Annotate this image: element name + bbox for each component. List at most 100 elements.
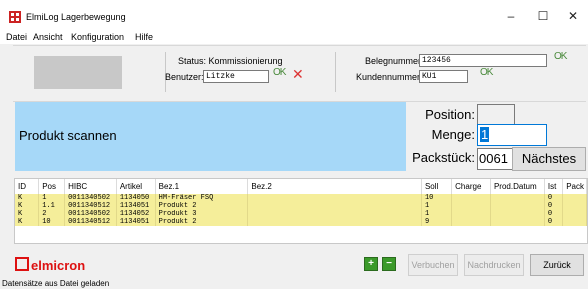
table-cell — [247, 202, 422, 210]
table-cell: 1134052 — [116, 210, 156, 218]
table-cell: K — [15, 202, 40, 210]
positions-table[interactable]: ID Pos HIBC Artikel Bez.1 Bez.2 Soll Charge Prod… — [14, 178, 588, 244]
kundennummer-field[interactable]: KU1 — [419, 70, 468, 83]
belegnummer-field[interactable]: 123456 — [419, 54, 547, 67]
table-cell — [247, 210, 422, 218]
minimize-button[interactable]: – — [496, 8, 526, 24]
table-cell: 0 — [544, 194, 564, 202]
add-button[interactable]: + — [364, 257, 378, 271]
table-row[interactable]: K 2 0011340502 1134052 Produkt 3 1 0 — [15, 210, 587, 218]
table-cell — [451, 202, 491, 210]
packstueck-field[interactable]: 0061 — [477, 148, 516, 170]
table-cell: 0 — [544, 210, 564, 218]
table-header: ID Pos HIBC Artikel Bez.1 Bez.2 Soll Charge Prod… — [15, 179, 587, 194]
table-row[interactable]: K 1.1 0011340512 1134051 Produkt 2 1 0 — [15, 202, 587, 210]
table-cell — [451, 218, 491, 226]
table-cell — [562, 218, 587, 226]
brand-name: elmicron — [31, 258, 86, 273]
table-cell: 0011340502 — [64, 210, 117, 218]
column-header[interactable]: Artikel — [116, 179, 156, 194]
benutzer-field[interactable]: Litzke — [203, 70, 269, 83]
app-icon — [9, 11, 21, 23]
table-cell: 1 — [421, 202, 453, 210]
table-cell — [490, 202, 545, 210]
table-cell: 1.1 — [38, 202, 66, 210]
menu-konfiguration[interactable]: Konfiguration — [71, 32, 124, 42]
menge-label: Menge: — [431, 127, 475, 142]
table-row[interactable]: K 10 0011340512 1134051 Produkt 2 9 0 — [15, 218, 587, 226]
position-field[interactable] — [477, 104, 515, 126]
table-cell — [490, 218, 545, 226]
kundennummer-label: Kundennummer: — [356, 72, 423, 82]
ok-kunde-button[interactable]: OK — [480, 67, 493, 78]
maximize-button[interactable]: ☐ — [528, 8, 558, 24]
column-header[interactable]: Soll — [421, 179, 453, 194]
ok-benutzer-button[interactable]: OK — [273, 67, 286, 78]
table-cell — [562, 210, 587, 218]
table-cell: Produkt 2 — [155, 202, 249, 210]
ok-beleg-button[interactable]: OK — [554, 51, 567, 62]
column-header[interactable]: ID — [15, 179, 40, 194]
column-header[interactable]: Ist — [544, 179, 564, 194]
table-cell — [451, 210, 491, 218]
table-cell: Produkt 3 — [155, 210, 249, 218]
divider — [335, 52, 336, 92]
column-header[interactable]: Pos — [38, 179, 66, 194]
table-cell: 2 — [38, 210, 66, 218]
next-button[interactable]: Nächstes — [512, 147, 586, 171]
brand-logo: elmicron — [15, 257, 85, 273]
menge-value: 1 — [480, 127, 490, 142]
table-cell: 10 — [421, 194, 453, 202]
brand-mark-icon — [15, 257, 29, 271]
logo-placeholder — [34, 56, 122, 89]
window-title: ElmiLog Lagerbewegung — [26, 12, 126, 22]
table-cell: 10 — [38, 218, 66, 226]
menu-hilfe[interactable]: Hilfe — [135, 32, 153, 42]
column-header[interactable]: Bez.1 — [155, 179, 249, 194]
position-label: Position: — [425, 107, 475, 122]
column-header[interactable]: Prod.Datum — [490, 179, 545, 194]
table-cell: 9 — [421, 218, 453, 226]
table-cell: K — [15, 210, 40, 218]
menu-datei[interactable]: Datei — [6, 32, 27, 42]
table-cell: 0011340512 — [64, 218, 117, 226]
table-cell: 0011340512 — [64, 202, 117, 210]
close-button[interactable]: ✕ — [558, 8, 588, 24]
table-cell — [490, 194, 545, 202]
column-header[interactable]: Pack — [562, 179, 587, 194]
belegnummer-label: Belegnummer: — [365, 56, 424, 66]
table-cell: 1134051 — [116, 202, 156, 210]
table-cell: 0 — [544, 218, 564, 226]
table-cell — [490, 210, 545, 218]
packstueck-label: Packstück: — [412, 150, 475, 165]
table-cell: 1 — [421, 210, 453, 218]
table-cell: K — [15, 218, 40, 226]
table-cell: 0 — [544, 202, 564, 210]
table-cell — [247, 218, 422, 226]
column-header[interactable]: HIBC — [64, 179, 117, 194]
scan-prompt: Produkt scannen — [19, 128, 117, 143]
status-bar: Datensätze aus Datei geladen — [2, 279, 110, 288]
table-cell — [562, 194, 587, 202]
menge-field[interactable]: 1 — [477, 124, 547, 146]
table-cell: 1 — [38, 194, 66, 202]
table-cell: HM-Fräser FSQ — [155, 194, 249, 202]
table-cell: K — [15, 194, 40, 202]
table-cell — [247, 194, 422, 202]
status-label: Status: Kommissionierung — [178, 56, 283, 66]
table-cell: Produkt 2 — [155, 218, 249, 226]
zurueck-button[interactable]: Zurück — [530, 254, 584, 276]
remove-button[interactable]: − — [382, 257, 396, 271]
column-header[interactable]: Charge — [451, 179, 491, 194]
table-cell — [562, 202, 587, 210]
table-row[interactable]: K 1 0011340502 1134050 HM-Fräser FSQ 10 0 — [15, 194, 587, 202]
nachdrucken-button[interactable]: Nachdrucken — [464, 254, 524, 276]
verbuchen-button[interactable]: Verbuchen — [408, 254, 458, 276]
benutzer-label: Benutzer: — [165, 72, 204, 82]
table-cell: 1134051 — [116, 218, 156, 226]
table-cell: 1134050 — [116, 194, 156, 202]
table-cell — [451, 194, 491, 202]
column-header[interactable]: Bez.2 — [247, 179, 422, 194]
menu-ansicht[interactable]: Ansicht — [33, 32, 63, 42]
cancel-icon[interactable]: ✕ — [292, 67, 304, 81]
